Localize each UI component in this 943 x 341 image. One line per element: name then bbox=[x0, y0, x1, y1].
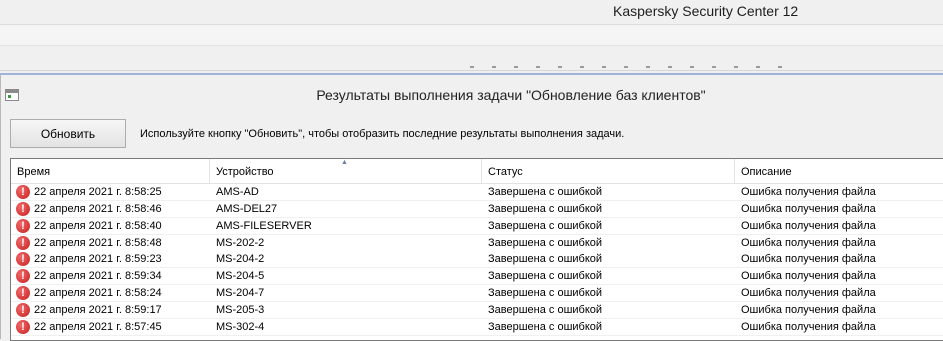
error-icon: ! bbox=[16, 319, 30, 334]
column-header-description[interactable]: Описание bbox=[735, 159, 943, 183]
cell-status: Завершена с ошибкой bbox=[488, 270, 603, 283]
table-row[interactable]: ! 22 апреля 2021 г. 8:57:45 MS-302-4 Заверш… bbox=[11, 318, 943, 336]
cell-device: AMS-FILESERVER bbox=[216, 219, 312, 232]
error-icon: ! bbox=[16, 218, 30, 233]
cell-status: Завершена с ошибкой bbox=[488, 186, 603, 198]
cell-time: 22 апреля 2021 г. 8:59:17 bbox=[34, 303, 162, 316]
error-icon: ! bbox=[16, 201, 30, 216]
cell-device: MS-205-3 bbox=[216, 303, 265, 316]
cell-description: Ошибка получения файла bbox=[741, 202, 876, 215]
cell-device: MS-202-2 bbox=[216, 236, 265, 249]
cell-time: 22 апреля 2021 г. 8:59:34 bbox=[34, 270, 162, 283]
cell-device: MS-204-5 bbox=[216, 270, 265, 283]
cell-device: AMS-AD bbox=[216, 186, 259, 198]
cell-description: Ошибка получения файла bbox=[741, 186, 876, 198]
results-table: Время Устройство ▲ Статус Описание ! 22 а… bbox=[10, 158, 943, 341]
table-row[interactable]: ! 22 апреля 2021 г. 8:58:25 AMS-AD Завершен… bbox=[11, 184, 943, 201]
column-header-time[interactable]: Время bbox=[11, 159, 210, 183]
table-row[interactable]: ! 22 апреля 2021 г. 8:58:48 MS-202-2 Заверш… bbox=[11, 234, 943, 252]
tab-strip-underline bbox=[470, 66, 800, 68]
cell-status: Завершена с ошибкой bbox=[488, 287, 603, 300]
task-results-dialog: Результаты выполнения задачи "Обновление… bbox=[0, 75, 943, 341]
cell-time: 22 апреля 2021 г. 8:58:48 bbox=[34, 236, 162, 249]
cell-device: MS-204-2 bbox=[216, 253, 265, 266]
error-icon: ! bbox=[16, 269, 30, 284]
cell-time: 22 апреля 2021 г. 8:57:45 bbox=[34, 320, 162, 333]
dialog-title: Результаты выполнения задачи "Обновление… bbox=[316, 87, 706, 103]
error-icon: ! bbox=[16, 185, 30, 199]
cell-status: Завершена с ошибкой bbox=[488, 236, 603, 249]
cell-device: AMS-DEL27 bbox=[216, 202, 278, 215]
main-window-tabstrip bbox=[0, 46, 943, 71]
refresh-hint: Используйте кнопку "Обновить", чтобы ото… bbox=[140, 128, 625, 140]
table-header: Время Устройство ▲ Статус Описание bbox=[11, 159, 943, 184]
cell-device: MS-302-4 bbox=[216, 320, 265, 333]
cell-time: 22 апреля 2021 г. 8:59:23 bbox=[34, 253, 162, 266]
refresh-button[interactable]: Обновить bbox=[10, 119, 126, 148]
app-title: Kaspersky Security Center 12 bbox=[613, 3, 799, 19]
table-row[interactable]: ! 22 апреля 2021 г. 8:58:40 AMS-FILESERVER… bbox=[11, 217, 943, 235]
cell-time: 22 апреля 2021 г. 8:58:40 bbox=[34, 219, 162, 232]
cell-description: Ошибка получения файла bbox=[741, 253, 876, 266]
main-window-titlebar: Kaspersky Security Center 12 bbox=[0, 0, 943, 25]
error-icon: ! bbox=[16, 252, 30, 267]
cell-status: Завершена с ошибкой bbox=[488, 303, 603, 316]
cell-description: Ошибка получения файла bbox=[741, 320, 876, 333]
error-icon: ! bbox=[16, 235, 30, 250]
cell-description: Ошибка получения файла bbox=[741, 236, 876, 249]
cell-description: Ошибка получения файла bbox=[741, 219, 876, 232]
cell-description: Ошибка получения файла bbox=[741, 303, 876, 316]
sort-ascending-icon: ▲ bbox=[341, 159, 348, 166]
cell-device: MS-204-7 bbox=[216, 287, 265, 300]
table-row[interactable]: ! 22 апреля 2021 г. 8:59:17 MS-205-3 Заверш… bbox=[11, 301, 943, 319]
cell-status: Завершена с ошибкой bbox=[488, 219, 603, 232]
cell-time: 22 апреля 2021 г. 8:58:24 bbox=[34, 287, 162, 300]
cell-status: Завершена с ошибкой bbox=[488, 253, 603, 266]
table-row[interactable]: ! 22 апреля 2021 г. 8:59:34 MS-204-5 Заверш… bbox=[11, 268, 943, 286]
table-row[interactable]: ! 22 апреля 2021 г. 8:58:46 AMS-DEL27 Завер… bbox=[11, 200, 943, 218]
error-icon: ! bbox=[16, 302, 30, 317]
cell-time: 22 апреля 2021 г. 8:58:25 bbox=[34, 186, 162, 198]
cell-status: Завершена с ошибкой bbox=[488, 202, 603, 215]
cell-status: Завершена с ошибкой bbox=[488, 320, 603, 333]
table-row[interactable]: ! 22 апреля 2021 г. 8:59:23 MS-204-2 Заверш… bbox=[11, 251, 943, 269]
cell-time: 22 апреля 2021 г. 8:58:46 bbox=[34, 202, 162, 215]
cell-description: Ошибка получения файла bbox=[741, 270, 876, 283]
column-header-status[interactable]: Статус bbox=[482, 159, 735, 183]
cell-description: Ошибка получения файла bbox=[741, 287, 876, 300]
table-row[interactable]: ! 22 апреля 2021 г. 8:58:24 MS-204-7 Заверш… bbox=[11, 285, 943, 303]
error-icon: ! bbox=[16, 286, 30, 301]
main-window-toolbar bbox=[0, 25, 943, 46]
